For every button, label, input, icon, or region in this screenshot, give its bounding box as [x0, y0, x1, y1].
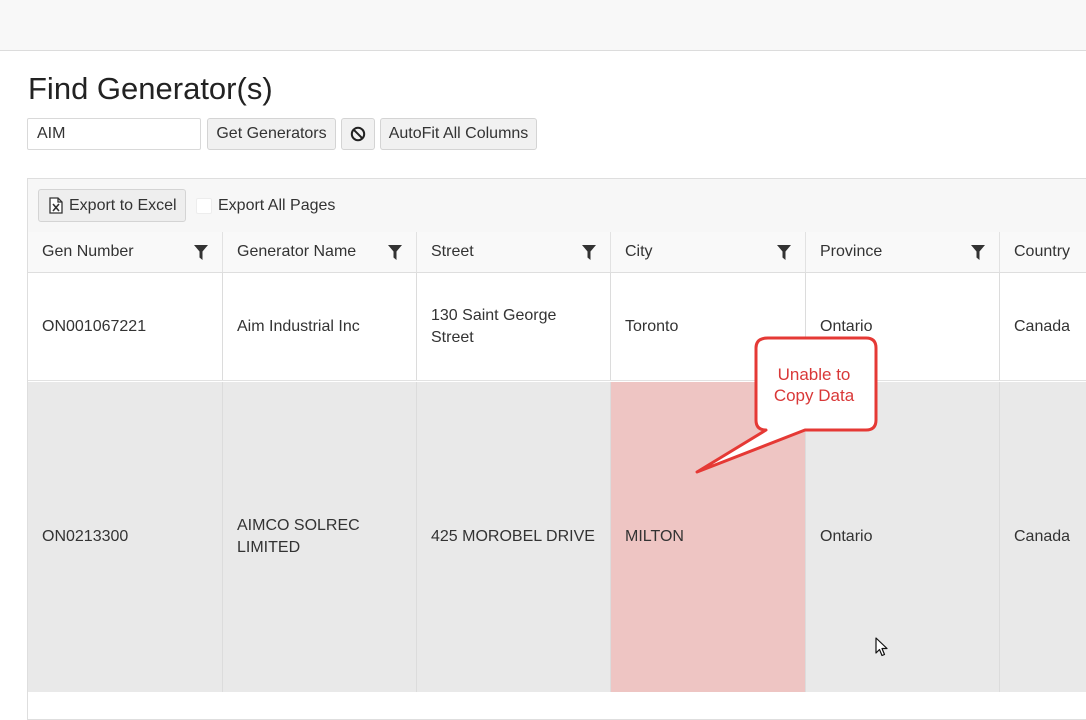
column-header-country[interactable]: Country — [1000, 232, 1086, 272]
ban-icon — [350, 126, 366, 142]
top-navbar — [0, 0, 1086, 51]
get-generators-button[interactable]: Get Generators — [207, 118, 336, 150]
column-header-province[interactable]: Province — [806, 232, 1000, 272]
column-header-label: Gen Number — [42, 243, 134, 260]
page-title: Find Generator(s) — [28, 71, 273, 106]
mouse-cursor-icon — [875, 637, 888, 657]
cell-generator-name[interactable]: Aim Industrial Inc — [223, 273, 417, 380]
cell-street[interactable]: 425 MOROBEL DRIVE — [417, 382, 611, 692]
cell-country[interactable]: Canada — [1000, 382, 1086, 692]
column-header-generator-name[interactable]: Generator Name — [223, 232, 417, 272]
column-header-label: Country — [1014, 243, 1071, 260]
filter-funnel-icon[interactable] — [582, 245, 596, 260]
cell-country[interactable]: Canada — [1000, 273, 1086, 380]
cell-gen-number[interactable]: ON001067221 — [28, 273, 223, 380]
filter-funnel-icon[interactable] — [777, 245, 791, 260]
callout-text: Unable to Copy Data — [756, 364, 872, 406]
grid-toolbar: Export to Excel Export All Pages — [28, 179, 1086, 233]
filter-funnel-icon[interactable] — [194, 245, 208, 260]
callout-text-line2: Copy Data — [773, 386, 855, 405]
filter-funnel-icon[interactable] — [388, 245, 402, 260]
search-input[interactable] — [27, 118, 201, 150]
column-header-city[interactable]: City — [611, 232, 806, 272]
column-header-label: Street — [431, 243, 474, 260]
cell-city-highlighted[interactable]: MILTON — [611, 382, 806, 692]
column-header-label: Generator Name — [237, 243, 357, 260]
column-header-label: City — [625, 243, 653, 260]
autofit-columns-button[interactable]: AutoFit All Columns — [380, 118, 537, 150]
export-to-excel-label: Export to Excel — [69, 196, 177, 214]
table-row-selected[interactable]: ON0213300 AIMCO SOLREC LIMITED 425 MOROB… — [28, 382, 1086, 692]
table-row[interactable]: ON001067221 Aim Industrial Inc 130 Saint… — [28, 273, 1086, 381]
filter-funnel-icon[interactable] — [971, 245, 985, 260]
cell-generator-name[interactable]: AIMCO SOLREC LIMITED — [223, 382, 417, 692]
export-all-pages-label: Export All Pages — [218, 197, 336, 214]
cell-street[interactable]: 130 Saint George Street — [417, 273, 611, 380]
export-to-excel-button[interactable]: Export to Excel — [38, 189, 186, 222]
clear-button[interactable] — [341, 118, 375, 150]
excel-file-icon — [49, 197, 63, 214]
cell-province[interactable]: Ontario — [806, 382, 1000, 692]
column-header-street[interactable]: Street — [417, 232, 611, 272]
generators-grid: Export to Excel Export All Pages Gen Num… — [27, 178, 1086, 720]
grid-header-row: Gen Number Generator Name Street City Pr… — [28, 232, 1086, 273]
column-header-label: Province — [820, 243, 883, 260]
export-all-pages-checkbox[interactable] — [196, 198, 212, 214]
export-all-pages-toggle[interactable]: Export All Pages — [196, 196, 335, 216]
callout-text-line1: Unable to — [777, 365, 851, 384]
column-header-gen-number[interactable]: Gen Number — [28, 232, 223, 272]
cell-gen-number[interactable]: ON0213300 — [28, 382, 223, 692]
